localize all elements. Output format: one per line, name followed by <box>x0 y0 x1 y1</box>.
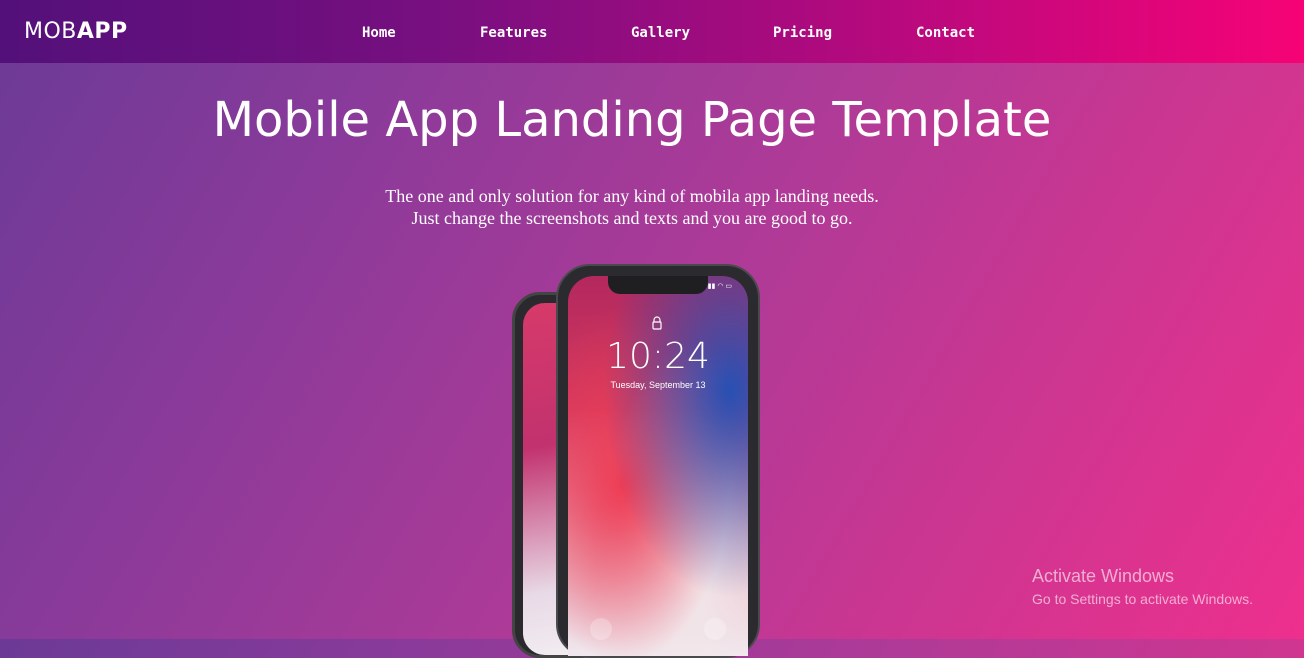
lock-icon <box>652 316 662 330</box>
hero-title: Mobile App Landing Page Template <box>212 92 1052 148</box>
nav-link-gallery[interactable]: Gallery <box>631 25 690 41</box>
hero-subtitle-line-2: Just change the screenshots and texts an… <box>411 208 853 228</box>
phone-notch <box>608 276 708 294</box>
lockscreen-date: Tuesday, September 13 <box>610 380 706 390</box>
logo[interactable]: MOBAPP <box>24 19 128 44</box>
nav-link-pricing[interactable]: Pricing <box>773 25 832 41</box>
phone-mockup-front: ▮▮ ◠ ▭ 10:24 Tuesday, September 13 <box>556 264 760 658</box>
hero-subtitle: The one and only solution for any kind o… <box>0 185 1264 229</box>
camera-icon <box>704 618 726 640</box>
flashlight-icon <box>590 618 612 640</box>
nav-link-contact[interactable]: Contact <box>916 25 975 41</box>
activate-windows-title: Activate Windows <box>1032 566 1175 586</box>
signal-icon: ▮▮ ◠ ▭ <box>707 283 732 290</box>
logo-text-bold: APP <box>76 19 128 44</box>
activate-windows-subtitle: Go to Settings to activate Windows. <box>1032 591 1253 607</box>
phone-screen: ▮▮ ◠ ▭ 10:24 Tuesday, September 13 <box>568 276 748 656</box>
navbar: MOBAPP Home Features Gallery Pricing Con… <box>0 0 1304 63</box>
logo-text-light: MOB <box>24 19 77 44</box>
hero-subtitle-line-1: The one and only solution for any kind o… <box>385 186 879 206</box>
nav-link-home[interactable]: Home <box>362 25 396 41</box>
nav-link-features[interactable]: Features <box>480 25 547 41</box>
lockscreen-time: 10:24 <box>606 336 710 377</box>
